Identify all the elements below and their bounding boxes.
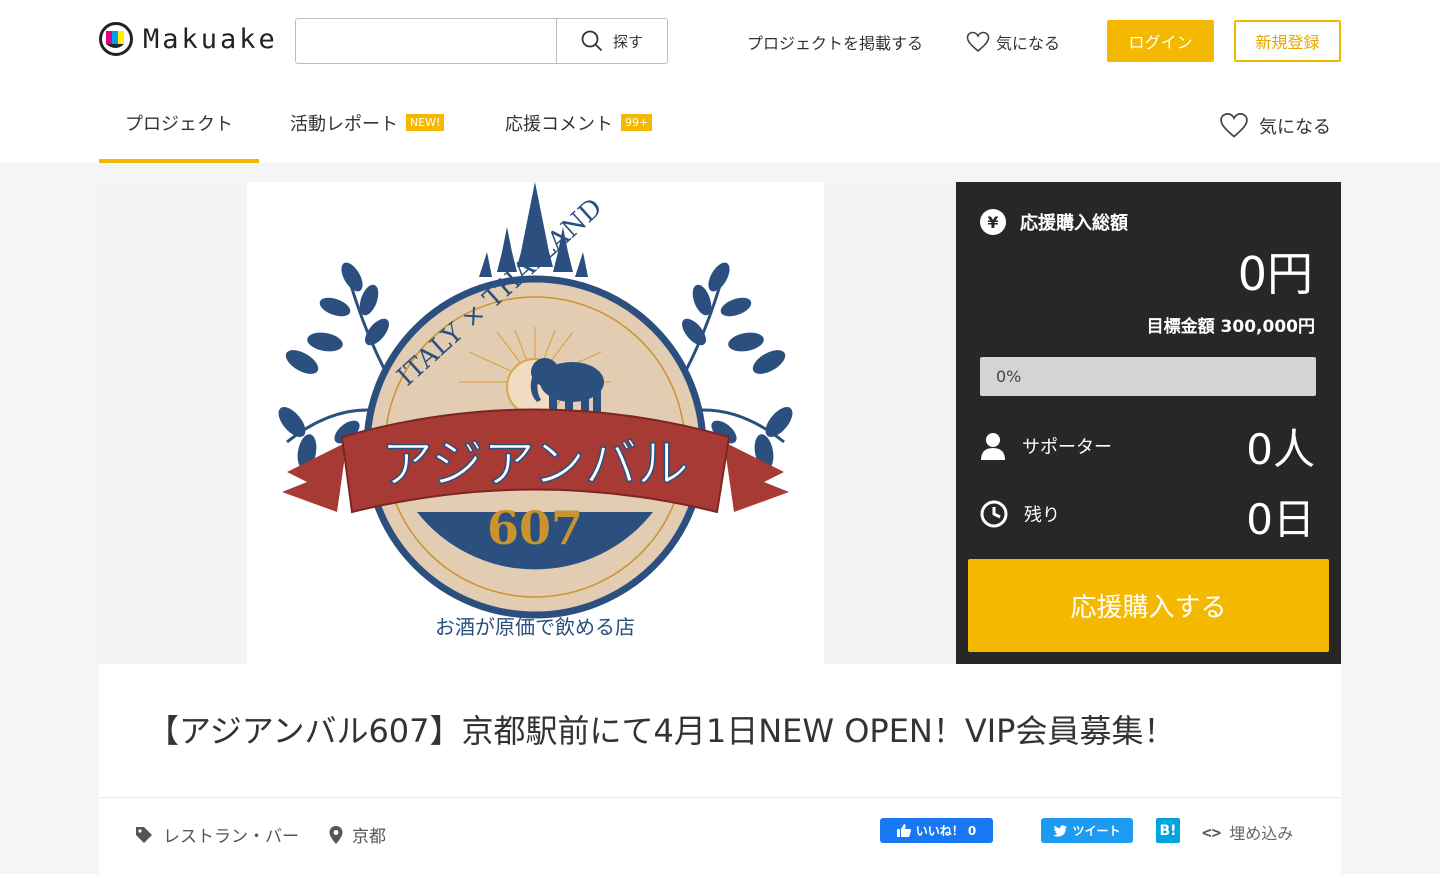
progress-percent: 0% bbox=[996, 367, 1022, 386]
project-main-image[interactable]: ITALY × THAILAND 607 アジアンバル お酒が原価で飲める店 bbox=[247, 182, 824, 664]
heart-icon bbox=[966, 31, 990, 53]
post-project-label: プロジェクトを掲載する bbox=[747, 34, 924, 53]
search-box: 探す bbox=[295, 18, 668, 64]
total-amount-label: 応援購入総額 bbox=[1020, 213, 1128, 234]
clock-icon bbox=[980, 500, 1008, 528]
search-input[interactable] bbox=[296, 19, 556, 63]
makuake-logo[interactable]: Makuake bbox=[99, 22, 278, 56]
tab-favorite-label: 気になる bbox=[1259, 116, 1331, 138]
location-link[interactable]: 京都 bbox=[328, 822, 386, 847]
project-image-panel: ITALY × THAILAND 607 アジアンバル お酒が原価で飲める店 bbox=[99, 182, 956, 664]
goal-amount: 目標金額 300,000円 bbox=[1146, 317, 1315, 337]
header-favorite-link[interactable]: 気になる bbox=[966, 30, 1060, 54]
project-tabs: プロジェクト 活動レポート NEW! 応援コメント 99+ 気になる bbox=[0, 82, 1440, 163]
category-link[interactable]: レストラン・バー bbox=[135, 822, 299, 847]
embed-button[interactable]: <> 埋め込み bbox=[1202, 820, 1293, 844]
logo-number-text: 607 bbox=[487, 501, 583, 555]
search-button-label: 探す bbox=[612, 32, 643, 51]
tab-activity-report-label: 活動レポート bbox=[290, 113, 398, 135]
facebook-like-label: いいね！ 0 bbox=[915, 824, 977, 838]
post-project-link[interactable]: プロジェクトを掲載する bbox=[747, 30, 923, 54]
tab-comments-label: 応援コメント bbox=[505, 113, 613, 135]
site-header: Makuake 探す プロジェクトを掲載する 気になる ログイン 新規登録 bbox=[0, 0, 1440, 82]
project-title-section: 【アジアンバル607】京都駅前にて4月1日NEW OPEN！VIP会員募集！ bbox=[99, 664, 1341, 797]
project-title: 【アジアンバル607】京都駅前にて4月1日NEW OPEN！VIP会員募集！ bbox=[147, 712, 1176, 750]
supporters-label-row: サポーター bbox=[980, 432, 1112, 460]
total-amount-header: ¥ 応援購入総額 bbox=[980, 209, 1128, 235]
remaining-value: 0日 bbox=[1246, 495, 1315, 544]
buy-support-button[interactable]: 応援購入する bbox=[968, 559, 1329, 652]
yen-icon: ¥ bbox=[980, 209, 1006, 235]
embed-label: 埋め込み bbox=[1229, 824, 1294, 843]
map-pin-icon bbox=[329, 825, 343, 844]
tab-project[interactable]: プロジェクト bbox=[99, 82, 259, 163]
logo-bottom-text: お酒が原価で飲める店 bbox=[435, 615, 635, 639]
location-label: 京都 bbox=[352, 827, 386, 847]
makuake-logo-icon bbox=[99, 22, 133, 56]
twitter-bird-icon bbox=[1053, 824, 1068, 837]
funding-sidebar: ¥ 応援購入総額 0円 目標金額 300,000円 0% サポーター 0人 残り… bbox=[956, 182, 1341, 664]
total-amount-value: 0円 bbox=[1237, 247, 1313, 301]
supporters-label: サポーター bbox=[1022, 437, 1112, 458]
tab-activity-report[interactable]: 活動レポート NEW! bbox=[290, 82, 445, 163]
heart-icon bbox=[1220, 112, 1248, 138]
search-icon bbox=[581, 30, 603, 52]
tag-icon bbox=[136, 826, 152, 843]
facebook-like-button[interactable]: いいね！ 0 bbox=[880, 818, 993, 843]
tweet-button[interactable]: ツイート bbox=[1041, 818, 1133, 843]
new-badge: NEW! bbox=[406, 114, 445, 131]
register-button[interactable]: 新規登録 bbox=[1234, 20, 1341, 62]
login-button[interactable]: ログイン bbox=[1107, 20, 1214, 62]
supporters-value: 0人 bbox=[1246, 425, 1315, 474]
tab-project-label: プロジェクト bbox=[125, 113, 233, 135]
ribbon-text: アジアンバル bbox=[381, 435, 689, 495]
category-label: レストラン・バー bbox=[163, 827, 299, 847]
tab-comments[interactable]: 応援コメント 99+ bbox=[505, 82, 653, 163]
remaining-label-row: 残り bbox=[980, 500, 1060, 528]
person-icon bbox=[981, 433, 1005, 460]
tab-favorite-button[interactable]: 気になる bbox=[1219, 112, 1331, 139]
remaining-label: 残り bbox=[1024, 505, 1060, 526]
comment-count-badge: 99+ bbox=[621, 114, 653, 131]
thumbs-up-icon bbox=[896, 824, 911, 837]
header-favorite-label: 気になる bbox=[996, 34, 1061, 53]
progress-bar: 0% bbox=[980, 357, 1316, 396]
search-button[interactable]: 探す bbox=[556, 19, 667, 63]
code-icon: <> bbox=[1202, 822, 1222, 842]
tweet-label: ツイート bbox=[1072, 824, 1121, 838]
hatena-bookmark-button[interactable]: B! bbox=[1156, 818, 1180, 843]
logo-wordmark: Makuake bbox=[143, 23, 278, 55]
project-meta-bar: レストラン・バー 京都 いいね！ 0 ツイート B! <> 埋め込み bbox=[99, 797, 1341, 874]
asian-bar-logo-image: ITALY × THAILAND 607 アジアンバル お酒が原価で飲める店 bbox=[278, 182, 793, 639]
